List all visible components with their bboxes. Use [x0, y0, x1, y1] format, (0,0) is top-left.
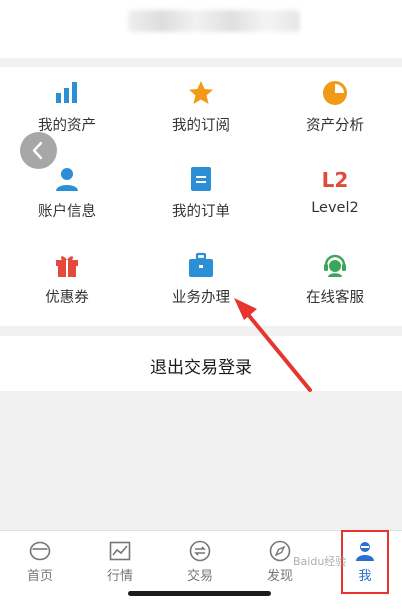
grid-item-online-service[interactable]: 在线客服 [268, 239, 402, 325]
user-icon [56, 168, 78, 191]
l2-icon: L2 [322, 168, 349, 192]
top-header [0, 0, 402, 58]
service-grid: 我的资产 我的订阅 资产分析 账户信息 我的订单 L2 Level2 优惠券 业… [0, 67, 402, 326]
trade-exchange-icon [189, 540, 211, 562]
svg-text:L2: L2 [322, 168, 349, 192]
annotation-highlight-box [341, 530, 389, 594]
home-icon [29, 541, 51, 561]
grid-item-level2[interactable]: L2 Level2 [268, 153, 402, 239]
home-indicator[interactable] [128, 591, 271, 596]
back-button[interactable] [20, 132, 57, 169]
tab-home[interactable]: 首页 [0, 531, 80, 610]
tab-label: 首页 [26, 569, 53, 584]
tab-label: 行情 [106, 569, 133, 584]
grid-item-label: 优惠券 [45, 290, 89, 306]
briefcase-icon [189, 252, 213, 277]
blurred-title [128, 10, 300, 32]
chevron-left-icon [32, 141, 43, 160]
grid-item-label: 我的订单 [172, 204, 230, 220]
grid-item-label: 资产分析 [306, 118, 364, 134]
grid-item-label: 业务办理 [172, 290, 230, 306]
market-chart-icon [109, 541, 131, 561]
grid-item-my-orders[interactable]: 我的订单 [134, 153, 268, 239]
tab-trade[interactable]: 交易 [160, 531, 240, 610]
grid-item-coupons[interactable]: 优惠券 [0, 239, 134, 325]
customer-service-icon [324, 254, 346, 277]
grid-item-label: 我的订阅 [172, 118, 230, 134]
grid-item-my-subscription[interactable]: 我的订阅 [134, 67, 268, 153]
grid-item-label: Level2 [311, 200, 359, 216]
grid-item-business-handling[interactable]: 业务办理 [134, 239, 268, 325]
compass-icon [269, 540, 291, 562]
tab-label: 交易 [186, 569, 213, 584]
tab-market[interactable]: 行情 [80, 531, 160, 610]
order-icon [191, 167, 211, 191]
logout-label: 退出交易登录 [150, 358, 252, 378]
grid-item-asset-analysis[interactable]: 资产分析 [268, 67, 402, 153]
star-icon [189, 81, 213, 104]
gift-icon [56, 256, 78, 277]
pie-chart-icon [323, 81, 347, 105]
logout-trade-button[interactable]: 退出交易登录 [0, 336, 402, 391]
tab-discover[interactable]: 发现 [240, 531, 320, 610]
grid-item-label: 在线客服 [306, 290, 364, 306]
grid-item-label: 账户信息 [38, 204, 96, 220]
watermark: Baidu经验 [293, 555, 347, 568]
bar-chart-icon [56, 82, 77, 103]
